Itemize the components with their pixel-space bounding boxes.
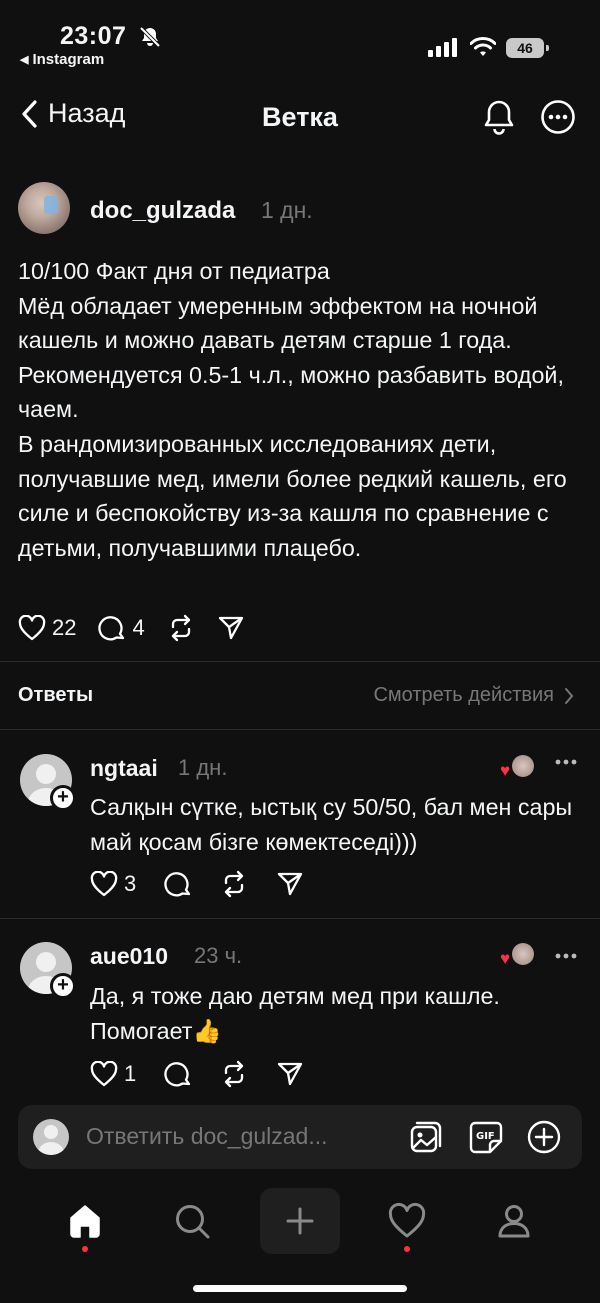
- like-count: 22: [52, 615, 77, 640]
- heart-icon: [388, 1202, 426, 1238]
- status-time: 23:07: [60, 22, 127, 50]
- home-indicator[interactable]: [193, 1285, 407, 1292]
- share-button[interactable]: [276, 1060, 304, 1088]
- image-icon[interactable]: [408, 1119, 444, 1155]
- notification-dot: [404, 1246, 410, 1252]
- share-button[interactable]: [276, 870, 304, 898]
- tab-compose[interactable]: [260, 1188, 340, 1254]
- wifi-icon: [470, 36, 496, 58]
- tab-bar: [0, 1188, 600, 1258]
- repost-button[interactable]: [220, 870, 248, 898]
- repost-icon: [171, 614, 190, 642]
- divider: [0, 918, 600, 919]
- comment-bubble-icon: [98, 616, 125, 641]
- reply-time: 23 ч.: [194, 943, 243, 968]
- post-text: 10/100 Факт дня от педиатра Мёд обладает…: [18, 258, 567, 561]
- comment-bubble-icon: [164, 872, 191, 897]
- answers-header: Ответы Смотреть действия: [0, 680, 600, 714]
- reply-input[interactable]: [86, 1123, 386, 1150]
- author-avatar-mini: [512, 943, 534, 965]
- compose-plus-icon: [286, 1207, 314, 1235]
- repost-button[interactable]: [220, 1060, 248, 1088]
- follow-plus-icon[interactable]: +: [50, 973, 76, 999]
- repost-icon: [225, 870, 244, 898]
- post-actions: 22 4: [18, 614, 267, 642]
- comment-bubble-icon: [164, 1062, 191, 1087]
- like-button[interactable]: 1: [90, 1061, 136, 1087]
- reply-username[interactable]: ngtaai: [90, 755, 158, 782]
- heart-icon: [90, 1061, 118, 1087]
- divider: [0, 661, 600, 662]
- back-label: Назад: [48, 98, 126, 128]
- back-to-app-link[interactable]: ◀ Instagram: [20, 51, 104, 68]
- view-activity-label: Смотреть действия: [373, 684, 554, 706]
- profile-icon: [498, 1205, 530, 1238]
- post-time: 1 дн.: [261, 197, 313, 223]
- reply-actions: 3: [90, 870, 332, 898]
- tab-search[interactable]: [152, 1188, 232, 1254]
- more-icon[interactable]: [555, 946, 577, 966]
- like-button[interactable]: 22: [18, 615, 76, 641]
- back-app-label: Instagram: [32, 51, 105, 68]
- battery-level: 46: [517, 40, 533, 56]
- heart-filled-icon: ♥: [500, 761, 511, 780]
- post-username[interactable]: doc_gulzada: [90, 197, 235, 225]
- send-icon: [218, 616, 243, 640]
- chevron-left-icon: [22, 99, 37, 128]
- author-avatar-mini: [512, 755, 534, 777]
- heart-icon: [18, 615, 46, 641]
- follow-plus-icon[interactable]: +: [50, 785, 76, 811]
- divider: [0, 729, 600, 730]
- back-button[interactable]: Назад: [20, 98, 125, 129]
- comment-button[interactable]: [164, 1060, 192, 1088]
- bell-slash-icon: [138, 25, 162, 49]
- notification-dot: [82, 1246, 88, 1252]
- home-icon: [70, 1205, 100, 1238]
- more-circle-icon[interactable]: [540, 99, 576, 135]
- search-icon: [176, 1205, 210, 1239]
- heart-filled-icon: ♥: [500, 949, 511, 968]
- like-count: 1: [124, 1061, 137, 1086]
- avatar[interactable]: [18, 182, 70, 234]
- reply-time: 1 дн.: [178, 755, 228, 780]
- repost-button[interactable]: [167, 614, 195, 642]
- status-bar: 23:07 ◀ Instagram 46: [0, 0, 600, 80]
- reply-actions: 1: [90, 1060, 332, 1088]
- reply-composer: GIF: [18, 1105, 582, 1169]
- answers-title: Ответы: [18, 684, 94, 706]
- comment-button[interactable]: 4: [98, 614, 145, 642]
- tab-home[interactable]: [45, 1188, 125, 1254]
- avatar: [33, 1119, 69, 1155]
- share-button[interactable]: [217, 614, 245, 642]
- like-button[interactable]: 3: [90, 871, 136, 897]
- plus-circle-icon[interactable]: [526, 1119, 562, 1155]
- thread-header: Назад Ветка: [0, 88, 600, 148]
- tab-profile[interactable]: [474, 1188, 554, 1254]
- gif-icon[interactable]: GIF: [468, 1119, 504, 1155]
- send-icon: [278, 872, 303, 896]
- reply-text: Да, я тоже даю детям мед при кашле. Помо…: [90, 983, 500, 1044]
- comment-button[interactable]: [164, 870, 192, 898]
- heart-icon: [90, 871, 118, 897]
- comment-count: 4: [132, 615, 145, 640]
- svg-text:GIF: GIF: [476, 1131, 495, 1142]
- liked-by-author-badge: ♥: [500, 943, 536, 969]
- bell-icon[interactable]: [482, 98, 516, 136]
- back-triangle-icon: ◀: [20, 54, 29, 66]
- tab-activity[interactable]: [367, 1188, 447, 1254]
- reply-text: Салқын сүтке, ыстық су 50/50, бал мен са…: [90, 794, 573, 855]
- cellular-signal-icon: [428, 38, 457, 57]
- battery-icon: 46: [506, 38, 549, 58]
- like-count: 3: [124, 871, 137, 896]
- view-activity-link[interactable]: Смотреть действия: [373, 684, 574, 707]
- chevron-right-icon: [565, 687, 574, 704]
- repost-icon: [225, 1060, 244, 1088]
- reply-username[interactable]: aue010: [90, 943, 168, 970]
- send-icon: [278, 1062, 303, 1086]
- more-icon[interactable]: [555, 752, 577, 772]
- liked-by-author-badge: ♥: [500, 755, 536, 781]
